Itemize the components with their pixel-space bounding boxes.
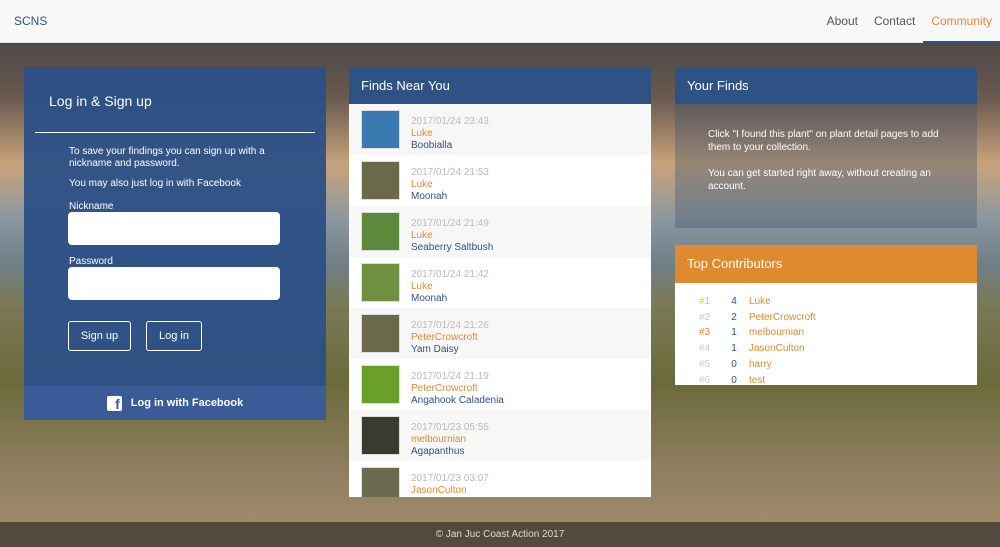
contributor-rank: #2 (699, 311, 711, 323)
find-plant[interactable]: Agapanthus (411, 446, 489, 458)
nickname-label: Nickname (69, 201, 114, 212)
navbar: SCNS About Contact Community (0, 0, 1000, 43)
divider (35, 132, 315, 133)
contributor-name[interactable]: JasonCulton (745, 341, 805, 357)
plant-thumbnail[interactable] (361, 365, 400, 404)
top-contributors-title: Top Contributors (675, 245, 977, 283)
find-date: 2017/01/24 21:19 (411, 371, 489, 382)
find-item[interactable]: 2017/01/24 21:49 Luke Seaberry Saltbush (349, 206, 651, 257)
contributor-row: #1 4 Luke (675, 294, 977, 310)
contributor-name[interactable]: test (745, 373, 765, 385)
contributor-count: 2 (731, 311, 737, 323)
find-date: 2017/01/24 21:53 (411, 167, 489, 178)
your-finds-panel: Your Finds Click "I found this plant" on… (675, 67, 977, 228)
your-finds-text-2: You can get started right away, without … (708, 168, 931, 192)
nav-contact[interactable]: Contact (866, 0, 923, 43)
plant-thumbnail[interactable] (361, 467, 400, 497)
find-item[interactable]: 2017/01/23 05:55 melbournian Agapanthus (349, 410, 651, 461)
footer: © Jan Juc Coast Action 2017 (0, 522, 1000, 547)
nav-about[interactable]: About (819, 0, 866, 43)
find-user[interactable]: JasonCulton (411, 485, 489, 497)
login-title: Log in & Sign up (49, 93, 152, 109)
contributor-count: 1 (731, 343, 737, 355)
facebook-login-button[interactable]: f Log in with Facebook (24, 386, 326, 420)
contributor-name[interactable]: Luke (745, 294, 771, 310)
contributor-rank: #6 (699, 374, 711, 385)
find-user[interactable]: Luke (411, 230, 493, 242)
finds-list: 2017/01/24 23:43 Luke Boobialla 2017/01/… (349, 104, 651, 497)
find-user[interactable]: PeterCrowcroft (411, 332, 489, 344)
find-item[interactable]: 2017/01/24 23:43 Luke Boobialla (349, 104, 651, 155)
find-user[interactable]: PeterCrowcroft (411, 383, 504, 395)
contributor-rank: #3 (699, 327, 711, 339)
find-plant[interactable]: Seaberry Saltbush (411, 242, 493, 254)
facebook-label: Log in with Facebook (130, 397, 244, 409)
find-plant[interactable]: Boobialla (411, 140, 489, 152)
plant-thumbnail[interactable] (361, 212, 400, 251)
contributor-row: #2 2 PeterCrowcroft (675, 310, 977, 326)
contributor-row: #4 1 JasonCulton (675, 341, 977, 357)
nav-links: About Contact Community (819, 0, 1000, 43)
signup-button[interactable]: Sign up (68, 321, 131, 351)
find-date: 2017/01/24 23:43 (411, 116, 489, 127)
find-user[interactable]: Luke (411, 128, 489, 140)
password-label: Password (69, 256, 113, 267)
your-finds-title: Your Finds (675, 67, 977, 104)
login-panel: Log in & Sign up To save your findings y… (24, 67, 326, 420)
find-date: 2017/01/24 21:49 (411, 218, 489, 229)
find-user[interactable]: Luke (411, 281, 489, 293)
contributors-list: #1 4 Luke #2 2 PeterCrowcroft #3 1 melbo… (675, 283, 977, 385)
password-input[interactable] (68, 267, 280, 300)
nickname-input[interactable] (68, 212, 280, 245)
contributor-row: #5 0 harry (675, 357, 977, 373)
brand-link[interactable]: SCNS (14, 14, 47, 28)
plant-thumbnail[interactable] (361, 161, 400, 200)
find-item[interactable]: 2017/01/24 21:19 PeterCrowcroft Angahook… (349, 359, 651, 410)
nav-community[interactable]: Community (923, 0, 1000, 43)
find-item[interactable]: 2017/01/24 21:26 PeterCrowcroft Yam Dais… (349, 308, 651, 359)
find-user[interactable]: melbournian (411, 434, 489, 446)
contributor-row: #6 0 test (675, 373, 977, 385)
contributor-count: 1 (731, 327, 737, 339)
your-finds-text: Click "I found this plant" on plant deta… (708, 129, 939, 153)
signup-info: To save your findings you can sign up wi… (69, 146, 265, 169)
find-date: 2017/01/23 03:07 (411, 473, 489, 484)
contributor-count: 4 (731, 296, 737, 307)
top-contributors-panel: Top Contributors #1 4 Luke #2 2 PeterCro… (675, 245, 977, 385)
find-plant[interactable]: Moonah (411, 191, 489, 203)
find-item[interactable]: 2017/01/24 21:53 Luke Moonah (349, 155, 651, 206)
contributor-rank: #5 (699, 358, 711, 370)
find-date: 2017/01/23 05:55 (411, 422, 489, 433)
contributor-name[interactable]: PeterCrowcroft (745, 310, 816, 326)
contributor-name[interactable]: harry (745, 357, 772, 373)
contributor-count: 0 (731, 374, 737, 385)
finds-title: Finds Near You (349, 67, 651, 104)
facebook-info: You may also just log in with Facebook (69, 178, 241, 189)
contributor-rank: #4 (699, 343, 711, 355)
find-date: 2017/01/24 21:26 (411, 320, 489, 331)
find-plant[interactable]: Moonah (411, 293, 489, 305)
your-finds-body: Click "I found this plant" on plant deta… (675, 104, 977, 228)
contributor-count: 0 (731, 358, 737, 370)
plant-thumbnail[interactable] (361, 416, 400, 455)
facebook-icon: f (106, 395, 122, 412)
contributor-rank: #1 (699, 296, 711, 307)
login-button[interactable]: Log in (146, 321, 202, 351)
plant-thumbnail[interactable] (361, 263, 400, 302)
find-plant[interactable]: Angahook Caladenia (411, 395, 504, 407)
plant-thumbnail[interactable] (361, 110, 400, 149)
contributor-name[interactable]: melbournian (745, 325, 804, 341)
find-user[interactable]: Luke (411, 179, 489, 191)
plant-thumbnail[interactable] (361, 314, 400, 353)
find-plant[interactable]: Yam Daisy (411, 344, 489, 356)
finds-panel: Finds Near You 2017/01/24 23:43 Luke Boo… (349, 67, 651, 497)
find-date: 2017/01/24 21:42 (411, 269, 489, 280)
find-item[interactable]: 2017/01/23 03:07 JasonCulton (349, 461, 651, 497)
contributor-row: #3 1 melbournian (675, 325, 977, 341)
find-item[interactable]: 2017/01/24 21:42 Luke Moonah (349, 257, 651, 308)
